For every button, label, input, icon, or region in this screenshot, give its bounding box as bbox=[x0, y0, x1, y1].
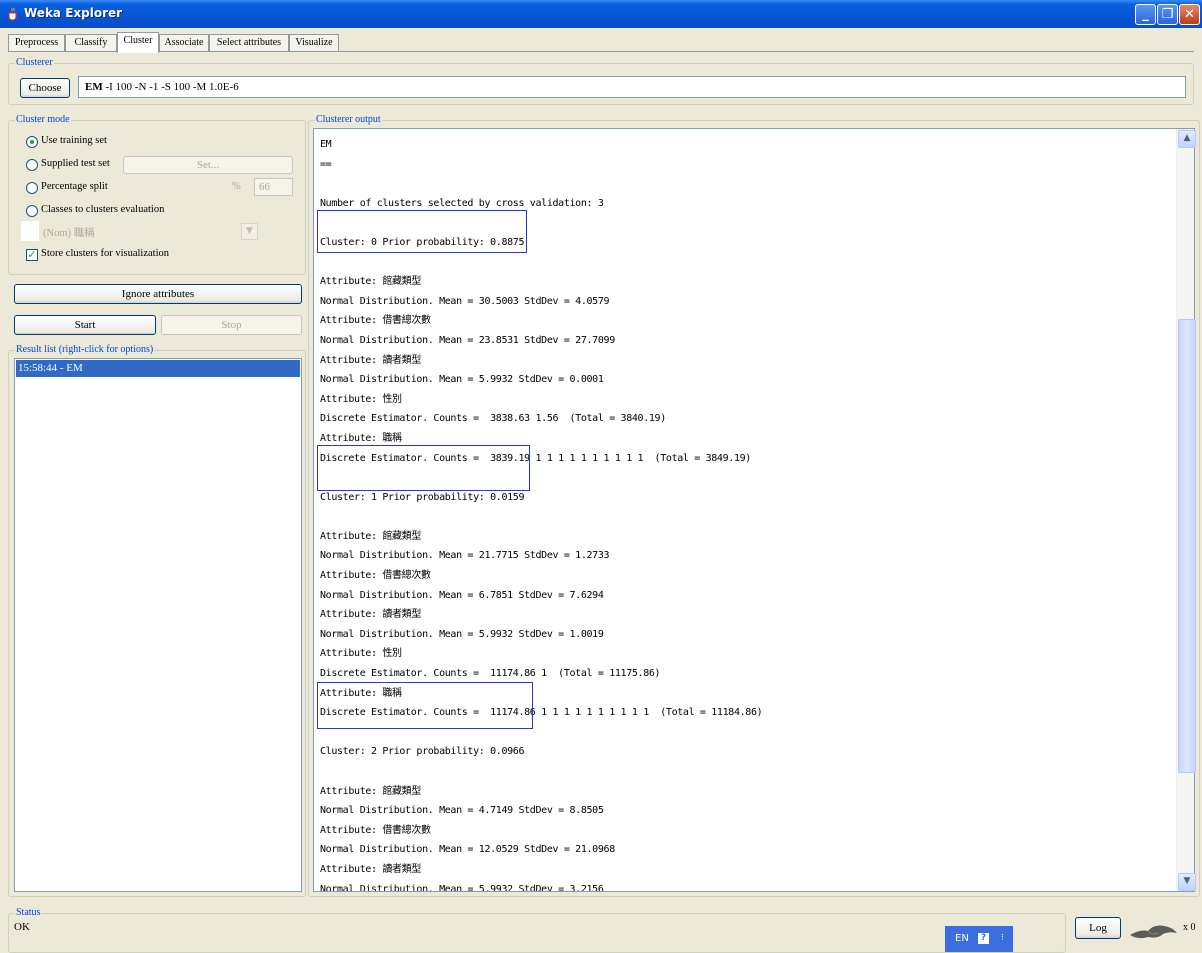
output-line: Attribute: 館藏類型 bbox=[320, 530, 421, 542]
output-line: Attribute: 讀者類型 bbox=[320, 354, 421, 366]
percentage-field[interactable]: 66 bbox=[254, 178, 293, 196]
chevron-down-icon[interactable]: ▼ bbox=[241, 223, 258, 240]
classes-to-clusters-label: Classes to clusters evaluation bbox=[41, 204, 165, 215]
output-line: Discrete Estimator. Counts = 11174.86 1 … bbox=[320, 668, 661, 680]
tab-visualize[interactable]: Visualize bbox=[289, 34, 339, 52]
tab-preprocess[interactable]: Preprocess bbox=[8, 34, 65, 52]
result-list[interactable]: 15:58:44 - EM bbox=[14, 358, 302, 892]
task-count: x 0 bbox=[1183, 922, 1196, 933]
supplied-test-radio[interactable] bbox=[26, 159, 38, 171]
output-scrollbar[interactable]: ▲ ▼ bbox=[1176, 129, 1196, 891]
start-button[interactable]: Start bbox=[14, 315, 156, 335]
output-line: Discrete Estimator. Counts = 3838.63 1.5… bbox=[320, 413, 666, 425]
use-training-radio[interactable] bbox=[26, 136, 38, 148]
percent-sign: % bbox=[232, 181, 241, 192]
language-options-icon[interactable]: ⁝ bbox=[1001, 925, 1004, 951]
restore-icon[interactable]: ❐ bbox=[1157, 4, 1178, 25]
store-clusters-label: Store clusters for visualization bbox=[41, 248, 170, 259]
store-clusters-checkbox[interactable]: ✓ bbox=[26, 249, 38, 261]
log-button[interactable]: Log bbox=[1075, 917, 1121, 939]
output-line: Attribute: 讀者類型 bbox=[320, 863, 421, 875]
use-training-label: Use training set bbox=[41, 135, 107, 146]
tab-cluster[interactable]: Cluster bbox=[117, 32, 159, 53]
ignore-attributes-button[interactable]: Ignore attributes bbox=[14, 284, 302, 304]
close-icon[interactable]: ✕ bbox=[1179, 4, 1200, 25]
window-title: Weka Explorer bbox=[24, 6, 123, 20]
class-select-value: (Nom) 職稱 bbox=[43, 228, 95, 239]
output-line: Normal Distribution. Mean = 21.7715 StdD… bbox=[320, 550, 610, 562]
cluster-2-highlight bbox=[317, 682, 533, 729]
status-text: OK bbox=[14, 921, 30, 933]
status-group: Status bbox=[8, 907, 1066, 953]
cluster-0-highlight bbox=[317, 210, 527, 253]
output-line: Attribute: 館藏類型 bbox=[320, 785, 421, 797]
choose-button[interactable]: Choose bbox=[20, 78, 70, 98]
percentage-split-radio[interactable] bbox=[26, 182, 38, 194]
clusterer-output-text[interactable]: EM == Number of clusters selected by cross… bbox=[313, 128, 1195, 892]
clusterer-config-field[interactable]: EM -I 100 -N -1 -S 100 -M 1.0E-6 bbox=[78, 76, 1186, 98]
status-label: Status bbox=[15, 907, 42, 919]
java-cup-icon bbox=[8, 7, 18, 21]
help-icon[interactable]: ? bbox=[978, 933, 989, 944]
tab-select-attributes[interactable]: Select attributes bbox=[209, 34, 289, 52]
percentage-split-label: Percentage split bbox=[41, 181, 108, 192]
tab-classify[interactable]: Classify bbox=[65, 34, 117, 52]
output-line: Normal Distribution. Mean = 5.9932 StdDe… bbox=[320, 883, 604, 892]
output-line: Normal Distribution. Mean = 23.8531 StdD… bbox=[320, 334, 615, 346]
supplied-test-label: Supplied test set bbox=[41, 158, 110, 169]
cluster-mode-label: Cluster mode bbox=[15, 114, 71, 126]
output-line: EM bbox=[320, 139, 332, 150]
result-list-item[interactable]: 15:58:44 - EM bbox=[16, 360, 300, 377]
set-button[interactable]: Set... bbox=[123, 156, 293, 174]
output-line: Normal Distribution. Mean = 6.7851 StdDe… bbox=[320, 589, 604, 601]
stop-button[interactable]: Stop bbox=[161, 315, 302, 335]
class-select-swatch bbox=[21, 221, 39, 241]
output-line: Normal Distribution. Mean = 4.7149 StdDe… bbox=[320, 805, 604, 817]
output-line: Attribute: 性別 bbox=[320, 393, 402, 405]
scroll-down-icon[interactable]: ▼ bbox=[1178, 873, 1196, 891]
scroll-up-icon[interactable]: ▲ bbox=[1178, 130, 1196, 148]
language-bar[interactable]: EN ? ⁝ bbox=[945, 926, 1013, 952]
output-line: == bbox=[320, 158, 332, 170]
cluster-1-highlight bbox=[317, 445, 530, 491]
clusterer-options: -I 100 -N -1 -S 100 -M 1.0E-6 bbox=[102, 81, 239, 93]
output-line: Attribute: 館藏類型 bbox=[320, 276, 421, 288]
output-line: Attribute: 借書總次數 bbox=[320, 315, 431, 327]
output-line: Normal Distribution. Mean = 5.9932 StdDe… bbox=[320, 628, 604, 640]
weka-bird-icon[interactable] bbox=[1128, 918, 1182, 944]
class-select[interactable]: (Nom) 職稱 ▼ bbox=[20, 220, 263, 242]
output-line: Attribute: 讀者類型 bbox=[320, 609, 421, 621]
output-line: Attribute: 性別 bbox=[320, 648, 402, 660]
clusterer-group-label: Clusterer bbox=[15, 57, 54, 69]
output-line: Normal Distribution. Mean = 12.0529 StdD… bbox=[320, 844, 615, 856]
scrollbar-thumb[interactable] bbox=[1178, 319, 1196, 773]
tab-associate[interactable]: Associate bbox=[159, 34, 209, 52]
output-line: Normal Distribution. Mean = 5.9932 StdDe… bbox=[320, 374, 604, 386]
language-code: EN bbox=[955, 933, 969, 944]
classes-to-clusters-radio[interactable] bbox=[26, 205, 38, 217]
title-bar[interactable]: Weka Explorer _ ❐ ✕ bbox=[0, 0, 1202, 28]
clusterer-output-label: Clusterer output bbox=[315, 114, 382, 126]
tab-divider bbox=[8, 51, 1194, 52]
clusterer-name: EM bbox=[85, 81, 103, 93]
output-line: Attribute: 借書總次數 bbox=[320, 570, 431, 582]
result-list-label: Result list (right-click for options) bbox=[15, 344, 155, 356]
output-line: Cluster: 2 Prior probability: 0.0966 bbox=[320, 746, 525, 758]
output-line: Normal Distribution. Mean = 30.5003 StdD… bbox=[320, 295, 610, 307]
output-line: Attribute: 借書總次數 bbox=[320, 824, 431, 836]
minimize-icon[interactable]: _ bbox=[1135, 4, 1156, 25]
